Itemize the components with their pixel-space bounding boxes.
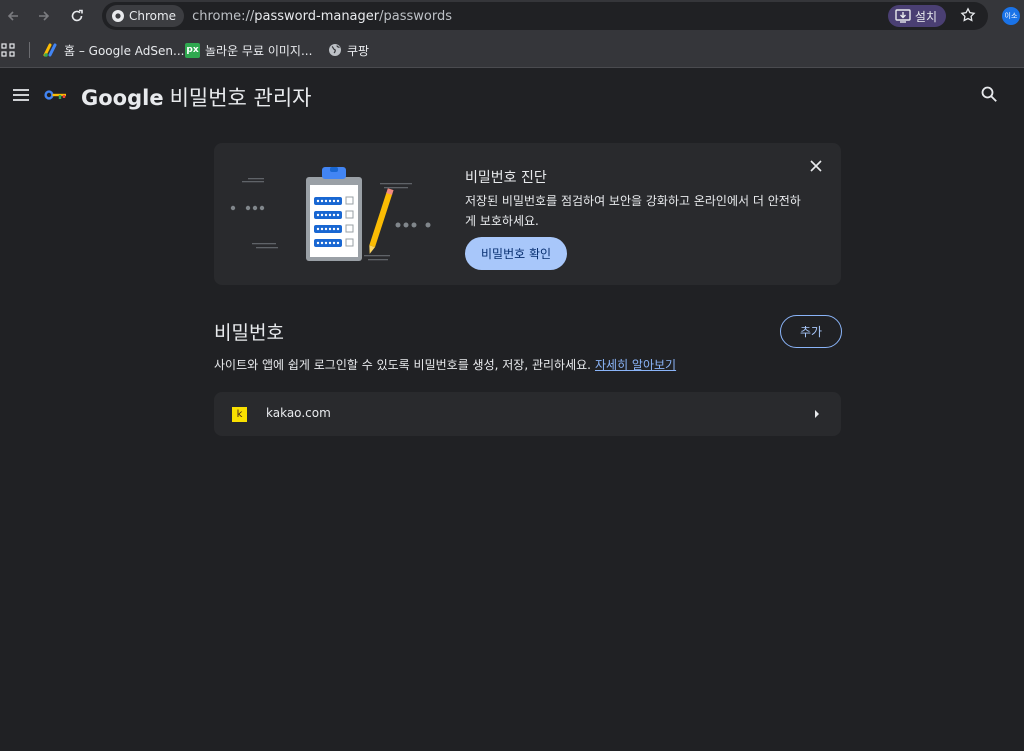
checkup-description: 저장된 비밀번호를 점검하여 보안을 강화하고 온라인에서 더 안전하게 보호하… bbox=[465, 194, 801, 228]
close-icon bbox=[810, 160, 822, 172]
chevron-right-icon bbox=[812, 408, 822, 420]
search-icon bbox=[981, 86, 997, 102]
checkup-title: 비밀번호 진단 bbox=[465, 170, 547, 186]
page-title: Google 비밀번호 관리자 bbox=[81, 82, 312, 112]
page-title-text: 비밀번호 관리자 bbox=[169, 86, 312, 110]
brand-google: Google bbox=[81, 86, 164, 110]
password-list-item[interactable]: k kakao.com bbox=[214, 392, 841, 436]
bookmark-item-pixabay[interactable]: px 놀라운 무료 이미지... bbox=[185, 40, 312, 60]
passwords-section-title: 비밀번호 bbox=[214, 322, 284, 344]
apps-grid-icon[interactable] bbox=[1, 43, 15, 57]
arrow-left-icon bbox=[7, 11, 18, 21]
back-button[interactable] bbox=[2, 5, 24, 27]
bookmark-item-coupang[interactable]: 쿠팡 bbox=[328, 40, 369, 60]
bookmark-star-button[interactable] bbox=[960, 7, 976, 23]
bookmark-label: 놀라운 무료 이미지... bbox=[205, 43, 313, 58]
search-button[interactable] bbox=[980, 85, 998, 103]
bookmark-divider bbox=[29, 42, 30, 58]
bookmarks-bar: 홈 – Google AdSen... px 놀라운 무료 이미지... 쿠팡 bbox=[0, 32, 1024, 68]
arrow-right-icon bbox=[39, 11, 50, 21]
reload-button[interactable] bbox=[66, 5, 88, 27]
site-info-chip[interactable]: Chrome bbox=[106, 5, 185, 27]
pixabay-icon: px bbox=[185, 42, 200, 58]
dismiss-checkup-button[interactable] bbox=[809, 159, 823, 173]
forward-button[interactable] bbox=[33, 5, 55, 27]
learn-more-link[interactable]: 자세히 알아보기 bbox=[595, 358, 676, 372]
profile-avatar[interactable]: 이소 bbox=[1002, 7, 1020, 25]
star-icon bbox=[960, 7, 976, 22]
checkup-illustration bbox=[228, 163, 438, 277]
chip-label: Chrome bbox=[129, 9, 177, 23]
url-scheme: chrome:// bbox=[192, 8, 255, 24]
bookmark-item-adsense[interactable]: 홈 – Google AdSen... bbox=[43, 40, 184, 60]
password-checkup-card: 비밀번호 진단 저장된 비밀번호를 점검하여 보안을 강화하고 온라인에서 더 … bbox=[214, 143, 841, 285]
password-manager-logo-icon bbox=[44, 89, 68, 101]
password-list: k kakao.com bbox=[214, 392, 841, 436]
passwords-description-text: 사이트와 앱에 쉽게 로그인할 수 있도록 비밀번호를 생성, 저장, 관리하세… bbox=[214, 358, 591, 372]
url-path: /passwords bbox=[379, 8, 452, 24]
adsense-icon bbox=[43, 43, 59, 57]
browser-toolbar: Chrome chrome://password-manager/passwor… bbox=[0, 0, 1024, 32]
hamburger-icon bbox=[13, 89, 29, 101]
install-icon bbox=[895, 9, 911, 23]
app-header: Google 비밀번호 관리자 bbox=[0, 69, 1024, 123]
url-host: password-manager bbox=[254, 8, 380, 24]
kakao-favicon-icon: k bbox=[232, 407, 247, 422]
address-bar[interactable]: Chrome chrome://password-manager/passwor… bbox=[102, 2, 988, 30]
reload-icon bbox=[71, 9, 83, 22]
site-name: kakao.com bbox=[266, 406, 331, 420]
check-passwords-button[interactable]: 비밀번호 확인 bbox=[465, 237, 568, 270]
add-password-button[interactable]: 추가 bbox=[780, 315, 842, 348]
chrome-icon bbox=[111, 9, 125, 23]
menu-button[interactable] bbox=[12, 87, 30, 103]
bookmark-label: 쿠팡 bbox=[347, 43, 370, 58]
globe-icon bbox=[328, 43, 342, 57]
install-label: 설치 bbox=[914, 9, 937, 24]
bookmark-label: 홈 – Google AdSen... bbox=[64, 43, 185, 58]
passwords-description: 사이트와 앱에 쉽게 로그인할 수 있도록 비밀번호를 생성, 저장, 관리하세… bbox=[214, 356, 676, 373]
url-text[interactable]: chrome://password-manager/passwords bbox=[192, 9, 452, 24]
install-app-button[interactable]: 설치 bbox=[887, 5, 946, 27]
